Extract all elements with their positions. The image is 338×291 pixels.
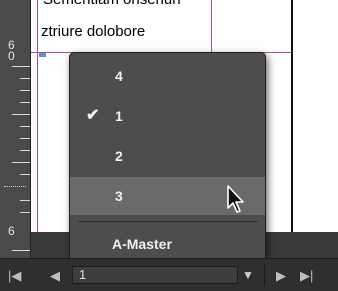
page-number-field[interactable]: 1 — [72, 266, 238, 284]
mouse-pointer-icon — [227, 185, 244, 213]
menu-item-page-4[interactable]: 4 — [70, 57, 265, 95]
checkmark-icon: ✔ — [86, 107, 100, 124]
ruler-number-bottom: 6 — [8, 224, 15, 238]
divider — [264, 264, 265, 286]
ruler-tick — [12, 162, 30, 163]
ruler-tick — [20, 126, 30, 127]
ruler-tick — [20, 102, 30, 103]
menu-item-label: 4 — [115, 68, 123, 84]
ruler-tick — [20, 90, 30, 91]
ruler-tick — [12, 66, 30, 67]
menu-item-page-1[interactable]: ✔ 1 — [70, 97, 265, 135]
next-page-button[interactable]: ▶ — [276, 268, 286, 284]
vertical-ruler: 60 6 — [0, 0, 31, 258]
ruler-tick — [20, 212, 30, 213]
ruler-tick — [12, 250, 30, 251]
ruler-tick — [20, 200, 30, 201]
text-line-clipped: Sementiam onsenun — [43, 0, 203, 9]
page-dropdown-button[interactable]: ▼ — [242, 268, 254, 282]
margin-guide — [37, 0, 38, 232]
body-text-line: ztriure dolobore — [41, 23, 146, 40]
first-page-button[interactable]: |◀ — [8, 268, 21, 284]
ruler-tick — [20, 78, 30, 79]
margin-guide — [211, 0, 212, 60]
menu-item-page-2[interactable]: 2 — [70, 137, 265, 175]
previous-page-button[interactable]: ◀ — [50, 268, 60, 284]
ruler-guide — [4, 186, 26, 187]
body-text-line: Sementiam onsenun — [43, 0, 181, 8]
page-menu: 4 ✔ 1 2 3 A-Master — [69, 52, 266, 264]
menu-item-label: 1 — [115, 108, 123, 124]
menu-separator — [78, 221, 258, 222]
ruler-number-top: 60 — [8, 39, 18, 63]
ruler-tick — [20, 138, 30, 139]
page-navigation-bar: |◀ ◀ 1 ▼ ▶ ▶| — [0, 258, 338, 291]
menu-item-label: 3 — [115, 188, 123, 204]
ruler-tick — [20, 150, 30, 151]
menu-item-label: 2 — [115, 148, 123, 164]
last-page-button[interactable]: ▶| — [300, 268, 313, 284]
menu-item-label: A-Master — [112, 236, 172, 252]
text-frame-port — [39, 53, 46, 57]
ruler-tick — [12, 114, 30, 115]
ruler-digit: 0 — [8, 49, 15, 63]
page-edge — [291, 0, 293, 232]
ruler-tick — [20, 174, 30, 175]
